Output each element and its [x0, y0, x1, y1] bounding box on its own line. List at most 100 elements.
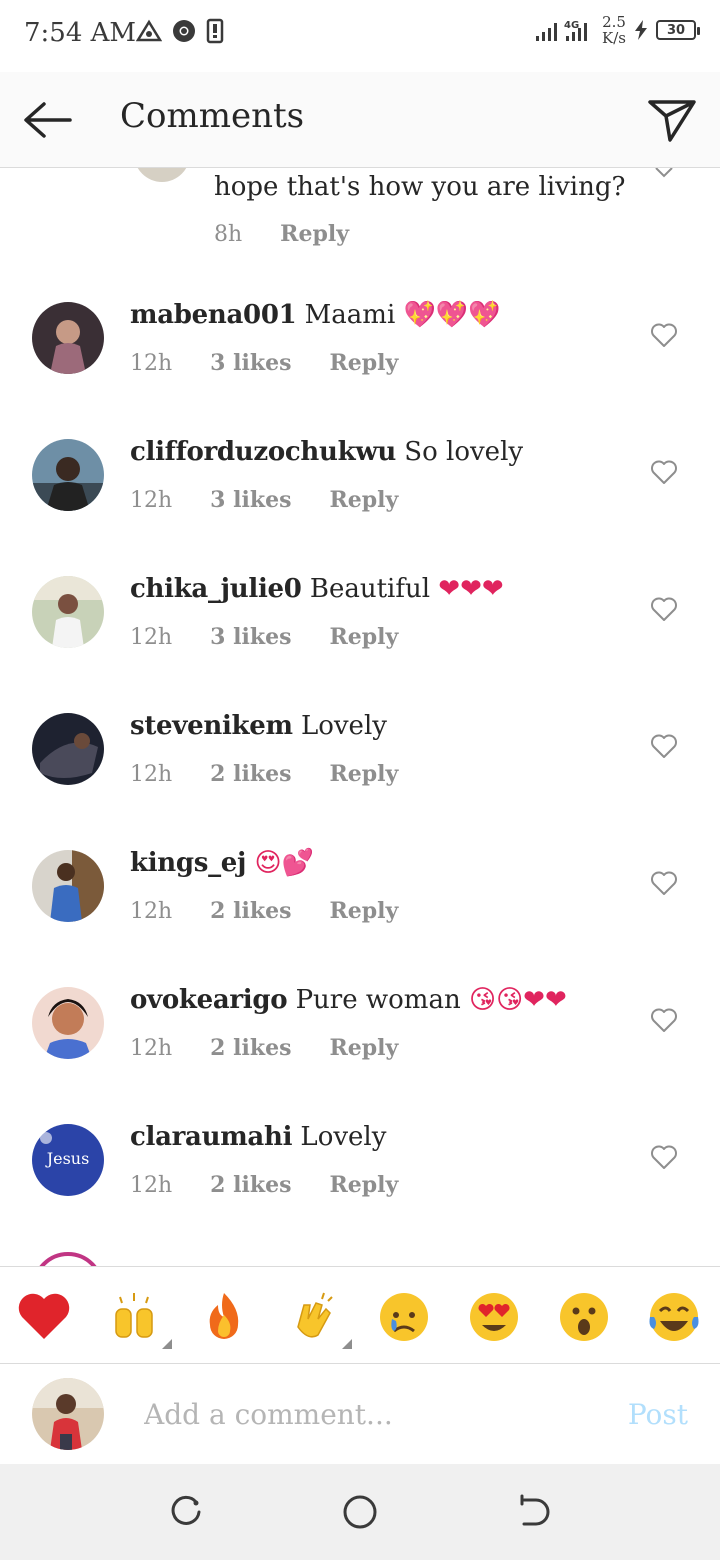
comments-list[interactable]: hope that's how you are living? 8h Reply … [0, 168, 720, 1266]
svg-text:4G: 4G [564, 20, 579, 31]
raised-hands-emoji-button[interactable] [104, 1287, 172, 1349]
comment-username[interactable]: stevenikem [130, 711, 293, 741]
comment-username[interactable]: chika_julie0 [130, 574, 302, 604]
page-title: Comments [120, 96, 305, 136]
comment-time: 12h [130, 899, 173, 924]
comment-input[interactable] [144, 1392, 604, 1436]
reply-button[interactable]: Reply [329, 761, 398, 787]
comment-row: mabena001 Maami 💖💖💖 12h 3 likes Reply [0, 300, 720, 439]
comment-likes[interactable]: 2 likes [210, 1172, 291, 1198]
surprised-face-emoji-icon [560, 1293, 608, 1341]
comment-username[interactable]: clifforduzochukwu [130, 437, 396, 467]
comment-body: stevenikem Lovely [130, 711, 387, 741]
like-heart-icon[interactable] [650, 733, 678, 759]
laughing-face-emoji-button[interactable] [644, 1287, 704, 1347]
reply-button[interactable]: Reply [329, 624, 398, 650]
like-heart-icon[interactable] [650, 1144, 678, 1170]
comment-meta: 12h 2 likes Reply [130, 1172, 398, 1198]
comment-meta: 12h 2 likes Reply [130, 898, 398, 924]
fire-emoji-button[interactable] [194, 1287, 254, 1347]
sim-icon [206, 18, 224, 44]
comment-likes[interactable]: 3 likes [210, 350, 291, 376]
comment-meta: 12h 3 likes Reply [130, 624, 398, 650]
comment-likes[interactable]: 3 likes [210, 624, 291, 650]
comment-username[interactable]: kings_ej [130, 848, 246, 878]
heart-eyes-emoji-button[interactable] [464, 1287, 524, 1347]
comment-emoji: 😘😘❤❤ [468, 985, 567, 1015]
comment-time: 12h [130, 762, 173, 787]
avatar[interactable] [134, 168, 190, 182]
comment-username[interactable]: claraumahi [130, 1122, 292, 1152]
post-button[interactable]: Post [628, 1398, 688, 1431]
like-heart-icon[interactable] [650, 322, 678, 348]
like-heart-icon[interactable] [650, 1007, 678, 1033]
crying-face-emoji-button[interactable] [374, 1287, 434, 1347]
comment-body: clifforduzochukwu So lovely [130, 437, 523, 467]
recent-apps-icon[interactable] [166, 1492, 206, 1532]
battery-icon: 30 [656, 20, 700, 40]
avatar-image [32, 713, 104, 785]
avatar[interactable] [32, 987, 104, 1059]
comment-username[interactable]: mabena001 [130, 300, 297, 330]
raised-hands-emoji-icon [115, 1293, 153, 1338]
reply-button[interactable]: Reply [329, 1172, 398, 1198]
comment-row: Jesus claraumahi Lovely 12h 2 likes Reply [0, 1122, 720, 1261]
avatar[interactable] [32, 1252, 104, 1266]
comment-username[interactable]: ovokearigo [130, 985, 288, 1015]
reply-button[interactable]: Reply [329, 487, 398, 513]
like-heart-icon[interactable] [650, 459, 678, 485]
avatar-image [32, 439, 104, 511]
comment-time: 12h [130, 351, 173, 376]
comment-text: hope that's how you are living? [214, 172, 626, 202]
clapping-hands-emoji-button[interactable] [284, 1287, 352, 1349]
avatar[interactable] [32, 713, 104, 785]
comment-likes[interactable]: 2 likes [210, 761, 291, 787]
surprised-face-emoji-button[interactable] [554, 1287, 614, 1347]
avatar[interactable] [32, 302, 104, 374]
comment-emoji: 😍💕 [254, 848, 314, 878]
comment-time: 12h [130, 1173, 173, 1198]
send-icon [648, 100, 696, 142]
comment-body: claraumahi Lovely [130, 1122, 386, 1152]
reply-button[interactable]: Reply [329, 898, 398, 924]
comment-meta: 12h 3 likes Reply [130, 350, 398, 376]
comment-body: kings_ej 😍💕 [130, 848, 314, 878]
chrome-icon [173, 20, 195, 42]
laughing-face-emoji-icon [649, 1293, 699, 1341]
comment-text: Lovely [300, 711, 387, 741]
home-icon[interactable] [340, 1492, 380, 1532]
emoji-reaction-bar [0, 1266, 720, 1364]
reply-button[interactable]: Reply [280, 221, 349, 247]
status-time: 7:54 AM [24, 18, 137, 48]
comment-composer: Post [0, 1364, 720, 1464]
avatar-image [32, 987, 104, 1059]
reply-button[interactable]: Reply [329, 350, 398, 376]
like-heart-icon[interactable] [650, 870, 678, 896]
comment-likes[interactable]: 3 likes [210, 487, 291, 513]
avatar[interactable] [32, 1378, 104, 1450]
avatar[interactable] [32, 439, 104, 511]
comment-time: 8h [214, 222, 243, 247]
comment-time: 12h [130, 1036, 173, 1061]
comment-time: 12h [130, 488, 173, 513]
heart-icon[interactable] [654, 168, 674, 178]
back-nav-icon[interactable] [514, 1492, 554, 1532]
comment-row: stevenikem Lovely 12h 2 likes Reply [0, 711, 720, 850]
comment-likes[interactable]: 2 likes [210, 1035, 291, 1061]
comment-row: ovokearigo Pure woman 😘😘❤❤ 12h 2 likes Repl… [0, 985, 720, 1124]
comment-meta: 12h 2 likes Reply [130, 761, 398, 787]
comment-emoji: 💖💖💖 [403, 300, 501, 330]
clapping-hands-emoji-icon [297, 1292, 333, 1338]
notification-icon [136, 19, 162, 42]
partial-comment: hope that's how you are living? 8h Reply [0, 168, 720, 248]
share-button[interactable] [646, 96, 698, 144]
avatar[interactable] [32, 850, 104, 922]
red-heart-emoji-button[interactable] [14, 1287, 74, 1347]
avatar[interactable] [32, 576, 104, 648]
comment-row: chika_julie0 Beautiful ❤❤❤ 12h 3 likes Repl… [0, 574, 720, 713]
comment-likes[interactable]: 2 likes [210, 898, 291, 924]
like-heart-icon[interactable] [650, 596, 678, 622]
back-button[interactable] [20, 96, 76, 144]
avatar[interactable]: Jesus [32, 1124, 104, 1196]
reply-button[interactable]: Reply [329, 1035, 398, 1061]
